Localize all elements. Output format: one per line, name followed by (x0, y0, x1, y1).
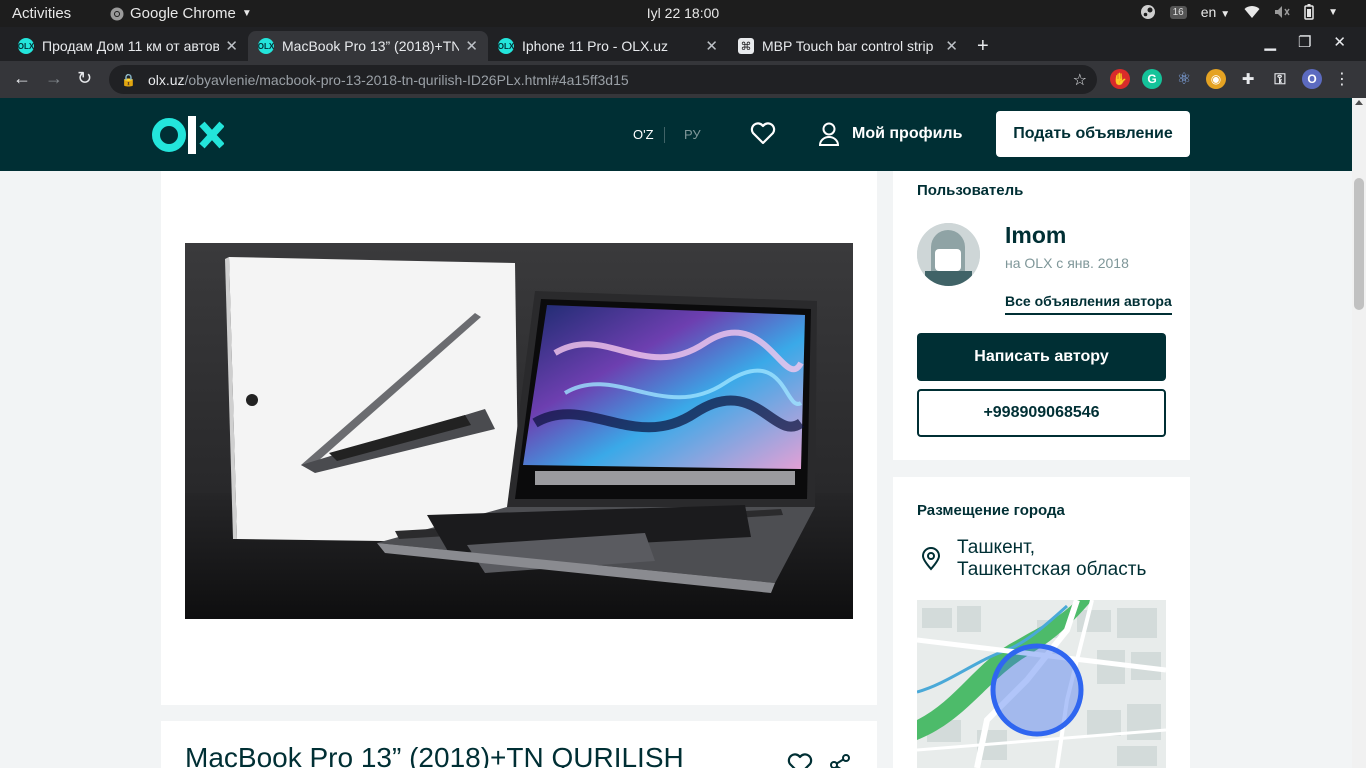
seller-member-since: на OLX с янв. 2018 (1005, 255, 1129, 271)
close-tab-icon[interactable]: ✕ (225, 37, 238, 55)
olx-favicon: OLX (18, 38, 34, 54)
olx-header: O'Z РУ Мой профиль Подать объявление (0, 98, 1352, 171)
owl-extension-icon[interactable]: ◉ (1206, 69, 1226, 89)
close-window-icon[interactable]: ✕ (1333, 33, 1346, 51)
reload-icon[interactable]: ↻ (77, 68, 92, 89)
app-name: Google Chrome (130, 5, 236, 22)
location-map[interactable] (917, 600, 1166, 768)
lock-icon[interactable]: 🔒 (121, 73, 136, 87)
chrome-menu-icon[interactable]: ⋮ (1334, 69, 1350, 89)
tab-title: Продам Дом 11 км от автовокзала (42, 38, 220, 54)
profile-avatar[interactable]: O (1302, 69, 1322, 89)
location-region-line: Ташкентская область (957, 559, 1147, 580)
new-tab-button[interactable]: + (977, 35, 989, 58)
steam-icon (1140, 5, 1155, 19)
clock[interactable]: Iyl 22 18:00 (647, 5, 719, 21)
notification-count-badge[interactable]: 16 (1169, 5, 1187, 19)
forward-arrow-icon[interactable]: → (45, 68, 63, 89)
default-user-avatar-icon (917, 223, 980, 286)
post-ad-button[interactable]: Подать объявление (996, 111, 1190, 157)
tab-title: MacBook Pro 13” (2018)+TN QURILISH (282, 38, 460, 54)
olx-favicon: OLX (498, 38, 514, 54)
seller-section-title: Пользователь (917, 182, 1024, 199)
maximize-window-icon[interactable]: ❐ (1298, 33, 1311, 51)
volume-icon (1275, 6, 1290, 18)
caret-down-icon: ▼ (241, 8, 252, 19)
map-image (917, 600, 1166, 768)
close-tab-icon[interactable]: ✕ (945, 37, 958, 55)
page-scrollbar[interactable] (1352, 98, 1366, 768)
address-bar[interactable]: 🔒 olx.uz/obyavlenie/macbook-pro-13-2018-… (109, 65, 1097, 94)
tab-title: MBP Touch bar control strip (762, 38, 934, 54)
favorites-heart-icon[interactable] (750, 122, 776, 146)
listing-photo[interactable] (185, 243, 853, 619)
battery-icon (1304, 4, 1314, 20)
lang-divider (664, 127, 665, 143)
write-to-author-button[interactable]: Написать автору (917, 333, 1166, 381)
back-arrow-icon[interactable]: ← (13, 68, 31, 89)
activities-button[interactable]: Activities (12, 5, 71, 22)
url-host: olx.uz (147, 71, 185, 88)
minimize-window-icon[interactable]: ▁ (1264, 33, 1276, 51)
all-seller-ads-link[interactable]: Все объявления автора (1005, 293, 1172, 315)
browser-tab-3[interactable]: OLX Iphone 11 Pro - OLX.uz ✕ (488, 31, 728, 61)
keyboard-layout-label: en (1200, 4, 1217, 20)
share-icon[interactable] (828, 753, 852, 768)
bookmark-star-icon[interactable]: ☆ (1073, 70, 1087, 90)
lang-ru-link[interactable]: РУ (684, 127, 701, 142)
scroll-up-arrow-icon[interactable] (1355, 100, 1363, 105)
chrome-icon (110, 7, 124, 20)
close-tab-icon[interactable]: ✕ (705, 37, 718, 55)
keyboard-layout[interactable]: en ▼ (1201, 4, 1230, 20)
my-profile-label: Мой профиль (852, 125, 963, 142)
puzzle-extensions-icon[interactable]: ✚ (1238, 69, 1258, 89)
key-icon[interactable]: ⚿ (1270, 69, 1290, 89)
system-top-bar: Activities Google Chrome ▼ Iyl 22 18:00 … (0, 0, 1366, 27)
browser-tab-strip: OLX Продам Дом 11 км от автовокзала ✕ OL… (0, 27, 1366, 61)
close-tab-icon[interactable]: ✕ (465, 37, 478, 55)
olx-favicon: OLX (258, 38, 274, 54)
my-profile-link[interactable]: Мой профиль (818, 122, 962, 146)
react-devtools-extension-icon[interactable]: ⚛ (1174, 69, 1194, 89)
seller-avatar[interactable] (917, 223, 980, 286)
user-icon (818, 122, 840, 146)
grammarly-extension-icon[interactable]: G (1142, 69, 1162, 89)
favorite-heart-icon[interactable] (787, 753, 813, 768)
scrollbar-thumb[interactable] (1354, 178, 1364, 310)
browser-tab-2-active[interactable]: OLX MacBook Pro 13” (2018)+TN QURILISH ✕ (248, 31, 488, 61)
location-pin-icon (921, 547, 941, 571)
seller-name: Imom (1005, 222, 1067, 248)
browser-tab-4[interactable]: ⌘ MBP Touch bar control strip ✕ (728, 31, 968, 61)
mbp-favicon: ⌘ (738, 38, 754, 54)
power-menu-caret[interactable]: ▼ (1328, 7, 1338, 18)
browser-tab-1[interactable]: OLX Продам Дом 11 км от автовокзала ✕ (8, 31, 248, 61)
listing-title: MacBook Pro 13” (2018)+TN QURILISH (185, 742, 684, 768)
system-tray[interactable]: 16 en ▼ ▼ (1140, 4, 1338, 20)
location-city-line: Ташкент, (957, 537, 1036, 558)
macbook-photo-image (185, 243, 853, 619)
location-section-title: Размещение города (917, 502, 1065, 519)
tab-title: Iphone 11 Pro - OLX.uz (522, 38, 669, 54)
location-city: Ташкент, Ташкентская область (957, 537, 1163, 581)
url-path: /obyavlenie/macbook-pro-13-2018-tn-quril… (184, 71, 629, 88)
phone-number-button[interactable]: +998909068546 (917, 389, 1166, 437)
wifi-icon (1244, 6, 1260, 19)
app-menu[interactable]: Google Chrome ▼ (110, 5, 252, 22)
adblock-extension-icon[interactable]: ✋ (1110, 69, 1130, 89)
extensions-area: ✋ G ⚛ ◉ ✚ ⚿ O (1110, 69, 1322, 89)
browser-toolbar: ← → ↻ 🔒 olx.uz/obyavlenie/macbook-pro-13… (0, 61, 1366, 98)
olx-logo[interactable] (152, 116, 224, 154)
lang-uz-link[interactable]: O'Z (633, 127, 654, 142)
